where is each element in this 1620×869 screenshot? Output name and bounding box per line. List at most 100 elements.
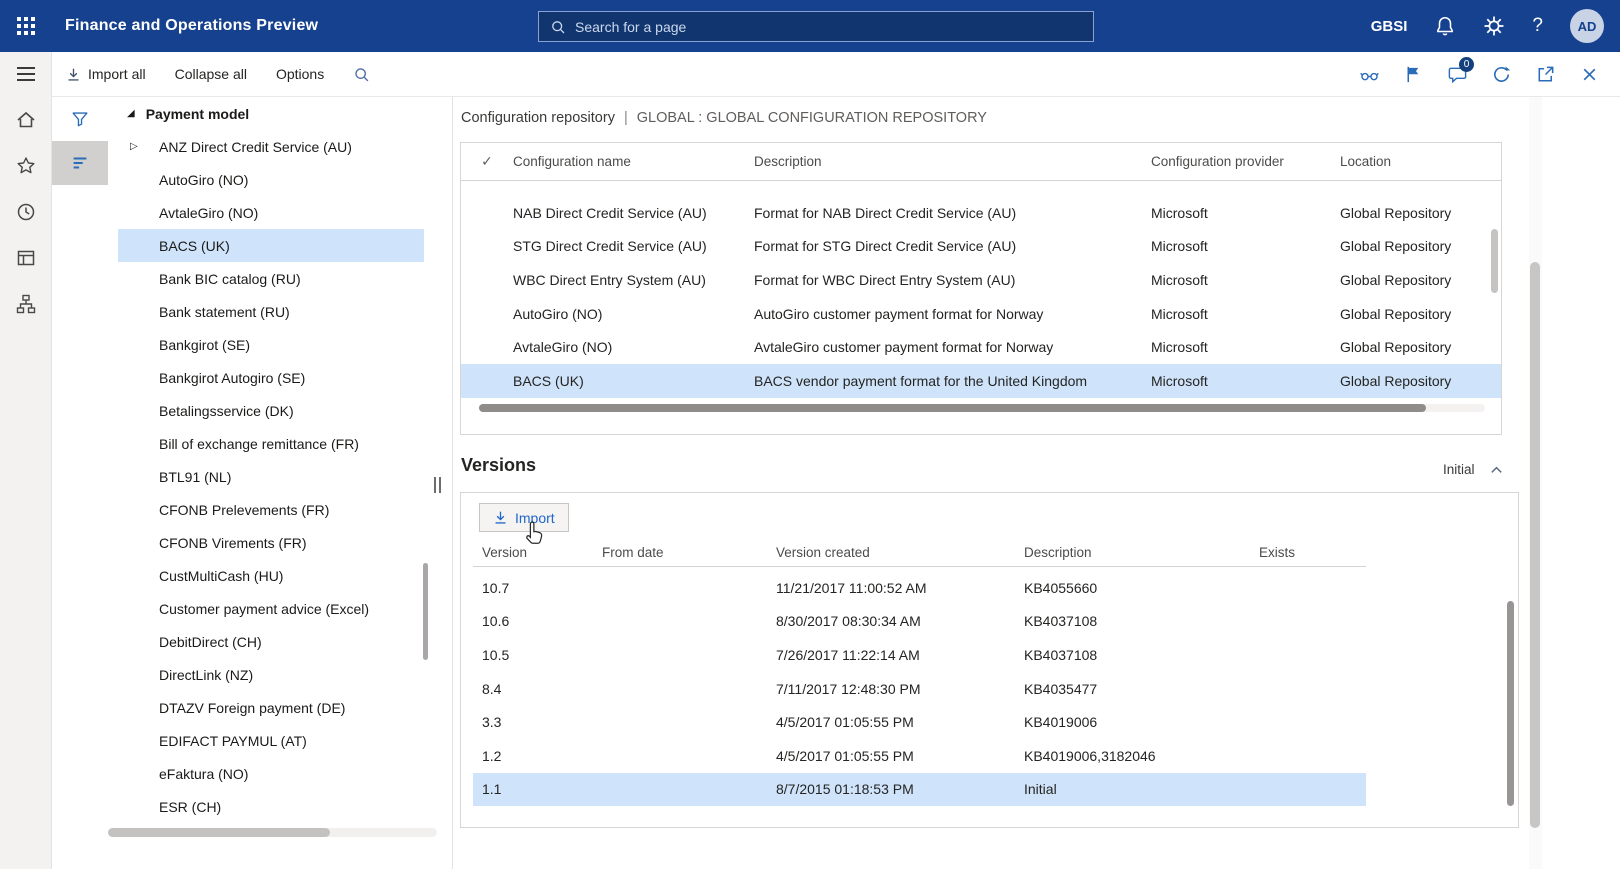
avatar[interactable]: AD [1570, 9, 1604, 43]
flag-icon[interactable] [1403, 64, 1424, 85]
versions-grid-vertical-scrollbar[interactable] [1507, 601, 1514, 806]
tree-item-label: ESR (CH) [159, 798, 222, 815]
import-version-button[interactable]: Import [479, 503, 569, 532]
config-grid-row[interactable]: STG Direct Credit Service (AU) Format for… [461, 230, 1501, 264]
tree-item-bill-of-exchange-remittance-fr[interactable]: Bill of exchange remittance (FR) [118, 427, 424, 460]
cell-version-created: 4/5/2017 01:05:55 PM [776, 747, 914, 764]
cell-configuration-provider: Microsoft [1151, 238, 1208, 255]
version-row[interactable]: 8.4 7/11/2017 12:48:30 PM KB4035477 [473, 672, 1366, 706]
scrollbar-thumb[interactable] [479, 404, 1426, 412]
main-content: Configuration repository | GLOBAL : GLOBAL… [453, 97, 1528, 869]
column-header-configuration-provider[interactable]: Configuration provider [1151, 154, 1340, 169]
version-row[interactable]: 3.3 4/5/2017 01:05:55 PM KB4019006 [473, 705, 1366, 739]
cell-configuration-provider: Microsoft [1151, 339, 1208, 356]
topbar-right-cluster: GBSI ? AD [1371, 0, 1620, 52]
column-header-version-created[interactable]: Version created [776, 545, 1024, 560]
app-title[interactable]: Finance and Operations Preview [65, 17, 318, 35]
app-launcher-icon[interactable] [0, 0, 52, 52]
column-header-description[interactable]: Description [1024, 545, 1259, 560]
tree-horizontal-scrollbar[interactable] [108, 828, 437, 837]
gear-icon[interactable] [1483, 15, 1505, 37]
tree-item-btl91-nl[interactable]: BTL91 (NL) [118, 460, 424, 493]
versions-section-title: Versions [461, 455, 537, 475]
column-header-from-date[interactable]: From date [602, 545, 776, 560]
help-icon[interactable]: ? [1532, 15, 1543, 37]
tree-item-avtalegiro-no[interactable]: AvtaleGiro (NO) [118, 196, 424, 229]
close-icon[interactable] [1579, 64, 1600, 85]
glasses-icon[interactable] [1359, 64, 1380, 85]
tree-item-bank-statement-ru[interactable]: Bank statement (RU) [118, 295, 424, 328]
tree-item-customer-payment-advice-excel[interactable]: Customer payment advice (Excel) [118, 592, 424, 625]
tree-item-cfonb-prelevements-fr[interactable]: CFONB Prelevements (FR) [118, 493, 424, 526]
bell-icon[interactable] [1434, 15, 1456, 37]
tree-item-label: BTL91 (NL) [159, 468, 232, 485]
version-row[interactable]: 1.1 8/7/2015 01:18:53 PM Initial [473, 772, 1366, 807]
options-button[interactable]: Options [276, 66, 324, 82]
breadcrumb-title[interactable]: Configuration repository [461, 110, 615, 126]
version-row[interactable]: 10.7 11/21/2017 11:00:52 AM KB4055660 [473, 571, 1366, 605]
config-grid-vertical-scrollbar[interactable] [1491, 229, 1498, 293]
modules-hierarchy-icon[interactable] [15, 293, 37, 315]
tree-item-efaktura-no[interactable]: eFaktura (NO) [118, 757, 424, 790]
tree-item-esr-ch[interactable]: ESR (CH) [118, 790, 424, 823]
tree-item-dtazv-foreign-payment-de[interactable]: DTAZV Foreign payment (DE) [118, 691, 424, 724]
page-vertical-scrollbar[interactable] [1529, 97, 1542, 869]
cell-version-created: 11/21/2017 11:00:52 AM [776, 579, 927, 596]
version-row[interactable]: 10.5 7/26/2017 11:22:14 AM KB4037108 [473, 638, 1366, 672]
config-grid-row[interactable]: AutoGiro (NO) AutoGiro customer payment f… [461, 297, 1501, 331]
column-header-configuration-name[interactable]: Configuration name [513, 154, 754, 169]
company-selector[interactable]: GBSI [1371, 18, 1408, 35]
collapsed-triangle-icon[interactable]: ▷ [130, 141, 138, 152]
cell-location: Global Repository [1340, 204, 1452, 221]
favorites-star-icon[interactable] [15, 155, 37, 177]
select-all-check-icon[interactable]: ✓ [461, 153, 513, 170]
tree-item-bank-bic-catalog-ru[interactable]: Bank BIC catalog (RU) [118, 262, 424, 295]
nav-pane-list-button[interactable] [52, 141, 108, 185]
search-icon [355, 67, 369, 81]
config-grid-row[interactable]: AvtaleGiro (NO) AvtaleGiro customer payme… [461, 330, 1501, 364]
tree-item-cfonb-virements-fr[interactable]: CFONB Virements (FR) [118, 526, 424, 559]
tree-item-edifact-paymul-at[interactable]: EDIFACT PAYMUL (AT) [118, 724, 424, 757]
config-grid-row[interactable]: BACS (UK) BACS vendor payment format for … [461, 363, 1501, 398]
tree-item-bacs-uk[interactable]: BACS (UK) [118, 229, 424, 262]
command-search-button[interactable] [353, 66, 370, 83]
config-grid-row[interactable]: NAB Direct Credit Service (AU) Format for… [461, 196, 1501, 230]
configuration-grid-card: ✓ Configuration name Description Configu… [460, 142, 1502, 435]
filter-button[interactable] [52, 97, 108, 141]
tree-item-autogiro-no[interactable]: AutoGiro (NO) [118, 163, 424, 196]
column-header-location[interactable]: Location [1340, 154, 1501, 169]
tree-item-betalingsservice-dk[interactable]: Betalingsservice (DK) [118, 394, 424, 427]
tree-vertical-scrollbar[interactable] [423, 563, 428, 660]
config-grid-row[interactable]: WBC Direct Entry System (AU) Format for W… [461, 263, 1501, 297]
version-row[interactable]: 10.6 8/30/2017 08:30:34 AM KB4037108 [473, 605, 1366, 639]
page-search-box[interactable]: Search for a page [538, 11, 1094, 42]
config-grid-horizontal-scrollbar[interactable] [479, 404, 1485, 412]
collapse-section-chevron-icon[interactable] [1489, 463, 1504, 478]
column-header-description[interactable]: Description [754, 154, 1151, 169]
scrollbar-thumb[interactable] [1530, 262, 1540, 828]
tree-item-debitdirect-ch[interactable]: DebitDirect (CH) [118, 625, 424, 658]
tree-root-payment-model[interactable]: ◢ Payment model [118, 97, 424, 130]
open-in-new-window-icon[interactable] [1535, 64, 1556, 85]
refresh-icon[interactable] [1491, 64, 1512, 85]
tree-item-custmulticash-hu[interactable]: CustMultiCash (HU) [118, 559, 424, 592]
tree-item-bankgirot-se[interactable]: Bankgirot (SE) [118, 328, 424, 361]
workspaces-icon[interactable] [15, 247, 37, 269]
home-icon[interactable] [15, 109, 37, 131]
column-header-version[interactable]: Version [482, 545, 602, 560]
tree-item-label: Bankgirot Autogiro (SE) [159, 369, 306, 386]
breadcrumb: Configuration repository | GLOBAL : GLOBAL… [461, 110, 987, 126]
collapse-all-button[interactable]: Collapse all [175, 66, 247, 82]
pane-splitter-grip[interactable] [434, 477, 441, 493]
version-row[interactable]: 1.2 4/5/2017 01:05:55 PM KB4019006,3182046 [473, 739, 1366, 773]
tree-item-bankgirot-autogiro-se[interactable]: Bankgirot Autogiro (SE) [118, 361, 424, 394]
scrollbar-thumb[interactable] [108, 828, 330, 837]
column-header-exists[interactable]: Exists [1259, 545, 1366, 560]
hamburger-menu-icon[interactable] [15, 63, 37, 85]
tree-item-anz-direct-credit-service-au[interactable]: ▷ ANZ Direct Credit Service (AU) [118, 130, 424, 163]
message-icon[interactable]: 0 [1447, 56, 1474, 85]
recent-clock-icon[interactable] [15, 201, 37, 223]
tree-item-directlink-nz[interactable]: DirectLink (NZ) [118, 658, 424, 691]
expanded-triangle-icon[interactable]: ◢ [127, 108, 135, 119]
import-all-button[interactable]: Import all [66, 66, 146, 82]
